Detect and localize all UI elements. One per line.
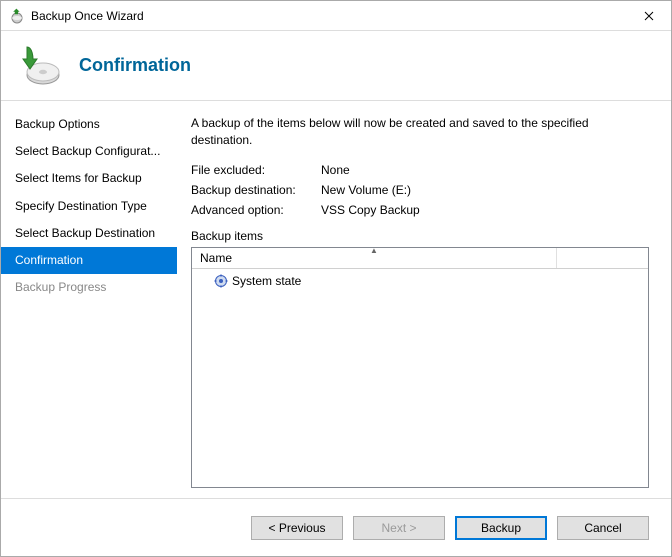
cancel-button[interactable]: Cancel — [557, 516, 649, 540]
column-header-text: Name — [200, 251, 232, 265]
backup-items-label: Backup items — [191, 229, 649, 243]
backup-button[interactable]: Backup — [455, 516, 547, 540]
row-advanced-option: Advanced option: VSS Copy Backup — [191, 203, 649, 217]
row-backup-destination: Backup destination: New Volume (E:) — [191, 183, 649, 197]
list-header[interactable]: Name ▲ — [192, 248, 648, 269]
column-header-spacer — [557, 248, 648, 268]
window-title: Backup Once Wizard — [31, 9, 626, 23]
wizard-steps-sidebar: Backup Options Select Backup Configurat.… — [1, 101, 177, 498]
label-backup-destination: Backup destination: — [191, 183, 321, 197]
gear-icon — [214, 274, 228, 288]
list-item-text: System state — [232, 274, 301, 288]
sidebar-item-backup-progress: Backup Progress — [1, 274, 177, 301]
wizard-body: Backup Options Select Backup Configurat.… — [1, 101, 671, 498]
row-file-excluded: File excluded: None — [191, 163, 649, 177]
sidebar-item-confirmation[interactable]: Confirmation — [1, 247, 177, 274]
value-backup-destination: New Volume (E:) — [321, 183, 649, 197]
list-item[interactable]: System state — [194, 273, 646, 289]
wizard-header: Confirmation — [1, 31, 671, 101]
next-button: Next > — [353, 516, 445, 540]
sidebar-item-backup-destination[interactable]: Select Backup Destination — [1, 220, 177, 247]
value-advanced-option: VSS Copy Backup — [321, 203, 649, 217]
sort-asc-icon: ▲ — [370, 246, 378, 255]
label-file-excluded: File excluded: — [191, 163, 321, 177]
sidebar-item-select-config[interactable]: Select Backup Configurat... — [1, 138, 177, 165]
page-title: Confirmation — [79, 55, 191, 76]
description-text: A backup of the items below will now be … — [191, 115, 649, 149]
wizard-header-icon — [19, 45, 61, 87]
value-file-excluded: None — [321, 163, 649, 177]
app-icon — [9, 8, 25, 24]
previous-button[interactable]: < Previous — [251, 516, 343, 540]
sidebar-item-select-items[interactable]: Select Items for Backup — [1, 165, 177, 192]
sidebar-item-destination-type[interactable]: Specify Destination Type — [1, 193, 177, 220]
titlebar: Backup Once Wizard — [1, 1, 671, 31]
wizard-footer: < Previous Next > Backup Cancel — [1, 498, 671, 556]
column-header-name[interactable]: Name ▲ — [192, 248, 557, 268]
label-advanced-option: Advanced option: — [191, 203, 321, 217]
close-button[interactable] — [626, 1, 671, 30]
sidebar-item-backup-options[interactable]: Backup Options — [1, 111, 177, 138]
backup-items-list[interactable]: Name ▲ System state — [191, 247, 649, 488]
wizard-window: Backup Once Wizard Confirmation Backup O… — [0, 0, 672, 557]
list-body: System state — [192, 269, 648, 487]
wizard-content: A backup of the items below will now be … — [177, 101, 671, 498]
